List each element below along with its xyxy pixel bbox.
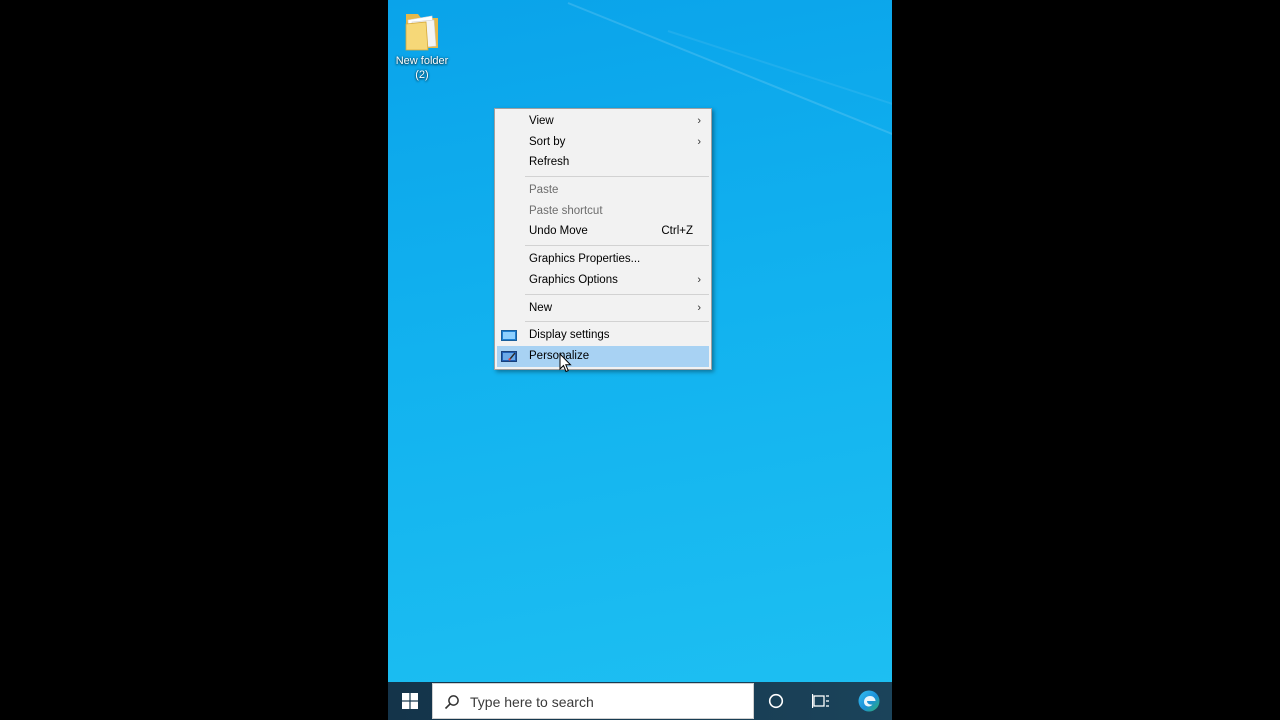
task-view-button[interactable]	[799, 682, 843, 720]
menu-separator	[525, 176, 709, 178]
personalize-icon	[501, 350, 517, 362]
desktop-context-menu: View › Sort by › Refresh Paste Paste sho…	[494, 108, 712, 370]
menu-item-new[interactable]: New ›	[497, 298, 709, 319]
menu-separator	[525, 321, 709, 323]
menu-item-display-settings[interactable]: Display settings	[497, 325, 709, 346]
desktop-icon-label: New folder (2)	[395, 55, 449, 81]
menu-separator	[525, 245, 709, 247]
edge-icon	[858, 690, 880, 712]
menu-separator	[525, 293, 709, 295]
menu-item-label: Refresh	[529, 156, 570, 169]
search-placeholder: Type here to search	[470, 694, 594, 710]
chevron-right-icon: ›	[697, 301, 701, 314]
menu-item-label: Graphics Properties...	[529, 253, 641, 266]
menu-item-label: Graphics Options	[529, 273, 618, 286]
menu-item-refresh[interactable]: Refresh	[497, 152, 709, 173]
menu-item-shortcut: Ctrl+Z	[661, 225, 693, 238]
menu-item-label: Paste	[529, 184, 559, 197]
search-icon	[444, 695, 459, 710]
menu-item-graphics-properties[interactable]: Graphics Properties...	[497, 249, 709, 270]
menu-item-label: Sort by	[529, 135, 566, 148]
chevron-right-icon: ›	[697, 135, 701, 148]
menu-item-undo-move[interactable]: Undo Move Ctrl+Z	[497, 221, 709, 242]
wallpaper-light-beam	[667, 30, 892, 113]
start-button[interactable]	[388, 682, 432, 720]
cortana-button[interactable]	[754, 682, 798, 720]
chevron-right-icon: ›	[697, 273, 701, 286]
display-icon	[501, 330, 517, 342]
menu-item-paste: Paste	[497, 180, 709, 201]
task-view-icon	[812, 694, 829, 708]
taskbar-search-box[interactable]: Type here to search	[432, 683, 754, 719]
menu-item-personalize[interactable]: Personalize	[497, 345, 709, 367]
mouse-cursor-icon	[559, 353, 572, 373]
cortana-icon	[768, 693, 784, 709]
menu-item-label: Undo Move	[529, 225, 588, 238]
menu-item-view[interactable]: View ›	[497, 111, 709, 132]
menu-item-label: Display settings	[529, 329, 610, 342]
menu-item-graphics-options[interactable]: Graphics Options ›	[497, 270, 709, 291]
desktop-folder-icon[interactable]: New folder (2)	[392, 8, 452, 82]
menu-item-label: New	[529, 301, 553, 314]
chevron-right-icon: ›	[697, 115, 701, 127]
menu-item-label: Paste shortcut	[529, 204, 603, 217]
edge-browser-button[interactable]	[847, 682, 891, 720]
start-icon	[402, 693, 418, 709]
menu-item-sort-by[interactable]: Sort by ›	[497, 132, 709, 153]
folder-icon	[405, 14, 438, 51]
menu-item-paste-shortcut: Paste shortcut	[497, 201, 709, 222]
desktop-screen[interactable]: New folder (2) View › Sort by › Refresh …	[388, 0, 892, 720]
menu-item-label: View	[529, 115, 554, 127]
taskbar: Type here to search	[388, 682, 892, 720]
